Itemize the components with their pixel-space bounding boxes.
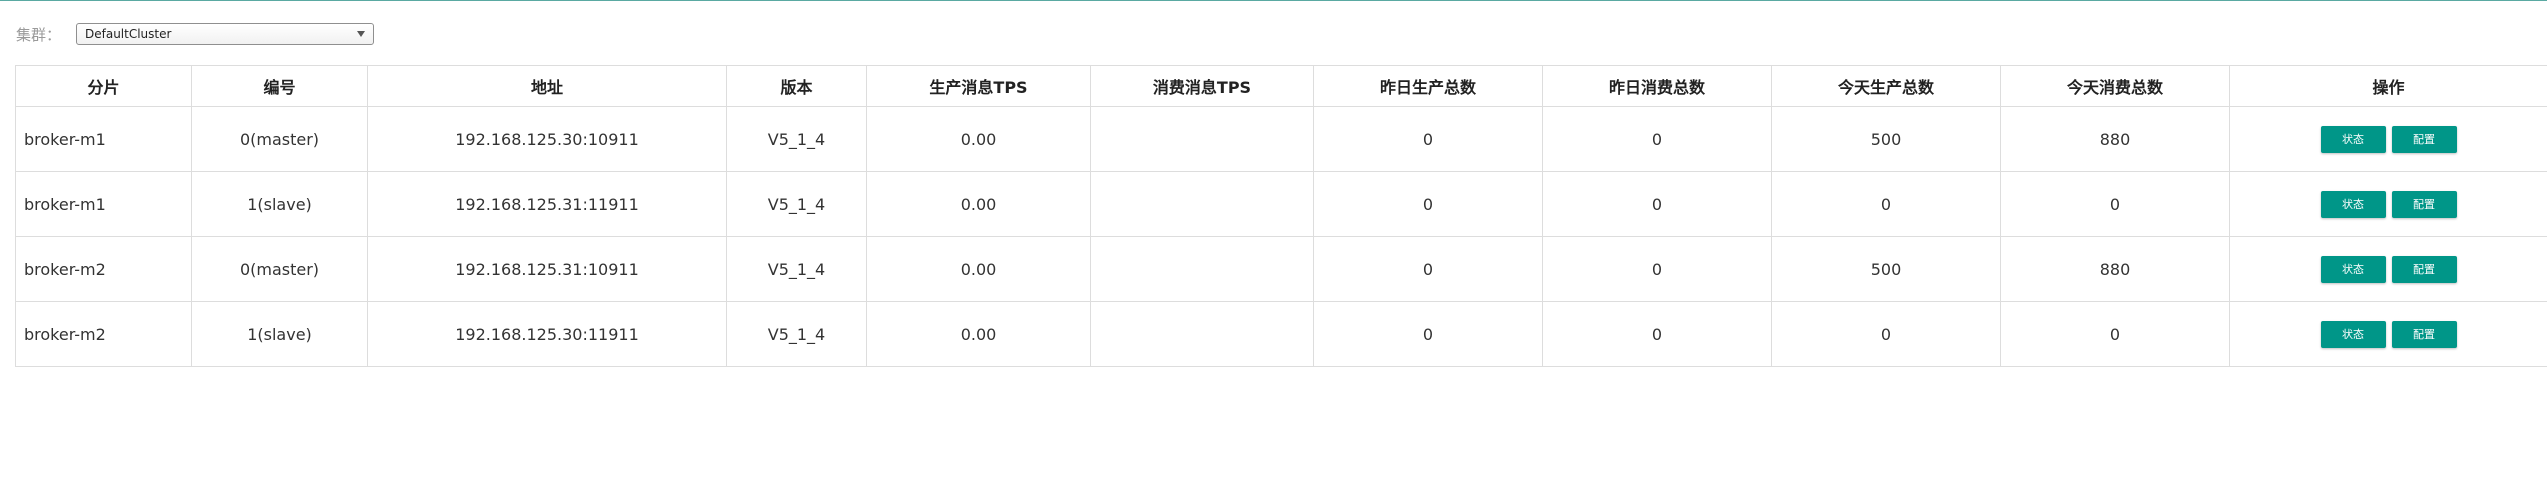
cell-actions: 状态 配置 <box>2229 301 2547 367</box>
status-button[interactable]: 状态 <box>2320 125 2386 153</box>
cell-id: 1(slave) <box>191 171 368 237</box>
cell-version: V5_1_4 <box>726 171 867 237</box>
cell-actions: 状态 配置 <box>2229 171 2547 237</box>
column-header-yesterday-consume: 昨日消费总数 <box>1542 65 1772 107</box>
column-header-produce-tps: 生产消息TPS <box>866 65 1091 107</box>
cell-consume-tps <box>1090 236 1314 302</box>
cell-today-produce: 0 <box>1771 301 2001 367</box>
cell-shard: broker-m1 <box>15 106 192 172</box>
action-buttons: 状态 配置 <box>2230 125 2547 153</box>
status-button[interactable]: 状态 <box>2320 255 2386 283</box>
cell-address: 192.168.125.30:10911 <box>367 106 727 172</box>
cell-consume-tps <box>1090 301 1314 367</box>
cell-id: 0(master) <box>191 106 368 172</box>
cell-actions: 状态 配置 <box>2229 236 2547 302</box>
column-header-id: 编号 <box>191 65 368 107</box>
cluster-selector-row: 集群： DefaultCluster <box>16 22 374 46</box>
broker-table: 分片 编号 地址 版本 生产消息TPS 消费消息TPS 昨日生产总数 昨日消费总… <box>15 65 2547 367</box>
chevron-down-icon <box>357 31 365 37</box>
cell-version: V5_1_4 <box>726 236 867 302</box>
config-button[interactable]: 配置 <box>2391 190 2457 218</box>
cell-id: 1(slave) <box>191 301 368 367</box>
cell-yesterday-consume: 0 <box>1542 301 1772 367</box>
config-button[interactable]: 配置 <box>2391 320 2457 348</box>
action-buttons: 状态 配置 <box>2230 320 2547 348</box>
cell-today-produce: 500 <box>1771 106 2001 172</box>
column-header-actions: 操作 <box>2229 65 2547 107</box>
action-buttons: 状态 配置 <box>2230 255 2547 283</box>
column-header-version: 版本 <box>726 65 867 107</box>
cell-today-produce: 0 <box>1771 171 2001 237</box>
column-header-today-consume: 今天消费总数 <box>2000 65 2230 107</box>
table-header-row: 分片 编号 地址 版本 生产消息TPS 消费消息TPS 昨日生产总数 昨日消费总… <box>15 65 2547 107</box>
config-button[interactable]: 配置 <box>2391 125 2457 153</box>
cell-yesterday-produce: 0 <box>1313 106 1543 172</box>
column-header-consume-tps: 消费消息TPS <box>1090 65 1314 107</box>
cell-address: 192.168.125.31:10911 <box>367 236 727 302</box>
cell-produce-tps: 0.00 <box>866 301 1091 367</box>
cluster-select[interactable]: DefaultCluster <box>76 23 374 45</box>
cluster-label: 集群： <box>16 25 62 44</box>
cell-address: 192.168.125.30:11911 <box>367 301 727 367</box>
cell-produce-tps: 0.00 <box>866 171 1091 237</box>
cell-shard: broker-m2 <box>15 301 192 367</box>
table-row: broker-m1 0(master) 192.168.125.30:10911… <box>15 106 2547 172</box>
table-row: broker-m2 0(master) 192.168.125.31:10911… <box>15 236 2547 302</box>
cell-today-consume: 880 <box>2000 236 2230 302</box>
cell-today-consume: 0 <box>2000 171 2230 237</box>
cell-address: 192.168.125.31:11911 <box>367 171 727 237</box>
cell-today-consume: 880 <box>2000 106 2230 172</box>
cell-yesterday-consume: 0 <box>1542 171 1772 237</box>
cell-version: V5_1_4 <box>726 106 867 172</box>
cell-shard: broker-m2 <box>15 236 192 302</box>
cell-yesterday-produce: 0 <box>1313 236 1543 302</box>
cell-consume-tps <box>1090 106 1314 172</box>
cell-version: V5_1_4 <box>726 301 867 367</box>
cell-id: 0(master) <box>191 236 368 302</box>
cell-today-produce: 500 <box>1771 236 2001 302</box>
cell-shard: broker-m1 <box>15 171 192 237</box>
cell-yesterday-produce: 0 <box>1313 171 1543 237</box>
cell-produce-tps: 0.00 <box>866 236 1091 302</box>
status-button[interactable]: 状态 <box>2320 190 2386 218</box>
table-row: broker-m1 1(slave) 192.168.125.31:11911 … <box>15 171 2547 237</box>
action-buttons: 状态 配置 <box>2230 190 2547 218</box>
cell-actions: 状态 配置 <box>2229 106 2547 172</box>
cell-yesterday-consume: 0 <box>1542 106 1772 172</box>
cell-consume-tps <box>1090 171 1314 237</box>
cell-today-consume: 0 <box>2000 301 2230 367</box>
column-header-yesterday-produce: 昨日生产总数 <box>1313 65 1543 107</box>
top-divider <box>0 0 2547 1</box>
cell-yesterday-consume: 0 <box>1542 236 1772 302</box>
cluster-select-value: DefaultCluster <box>85 27 172 41</box>
cell-produce-tps: 0.00 <box>866 106 1091 172</box>
column-header-today-produce: 今天生产总数 <box>1771 65 2001 107</box>
table-row: broker-m2 1(slave) 192.168.125.30:11911 … <box>15 301 2547 367</box>
cell-yesterday-produce: 0 <box>1313 301 1543 367</box>
config-button[interactable]: 配置 <box>2391 255 2457 283</box>
status-button[interactable]: 状态 <box>2320 320 2386 348</box>
column-header-address: 地址 <box>367 65 727 107</box>
column-header-shard: 分片 <box>15 65 192 107</box>
